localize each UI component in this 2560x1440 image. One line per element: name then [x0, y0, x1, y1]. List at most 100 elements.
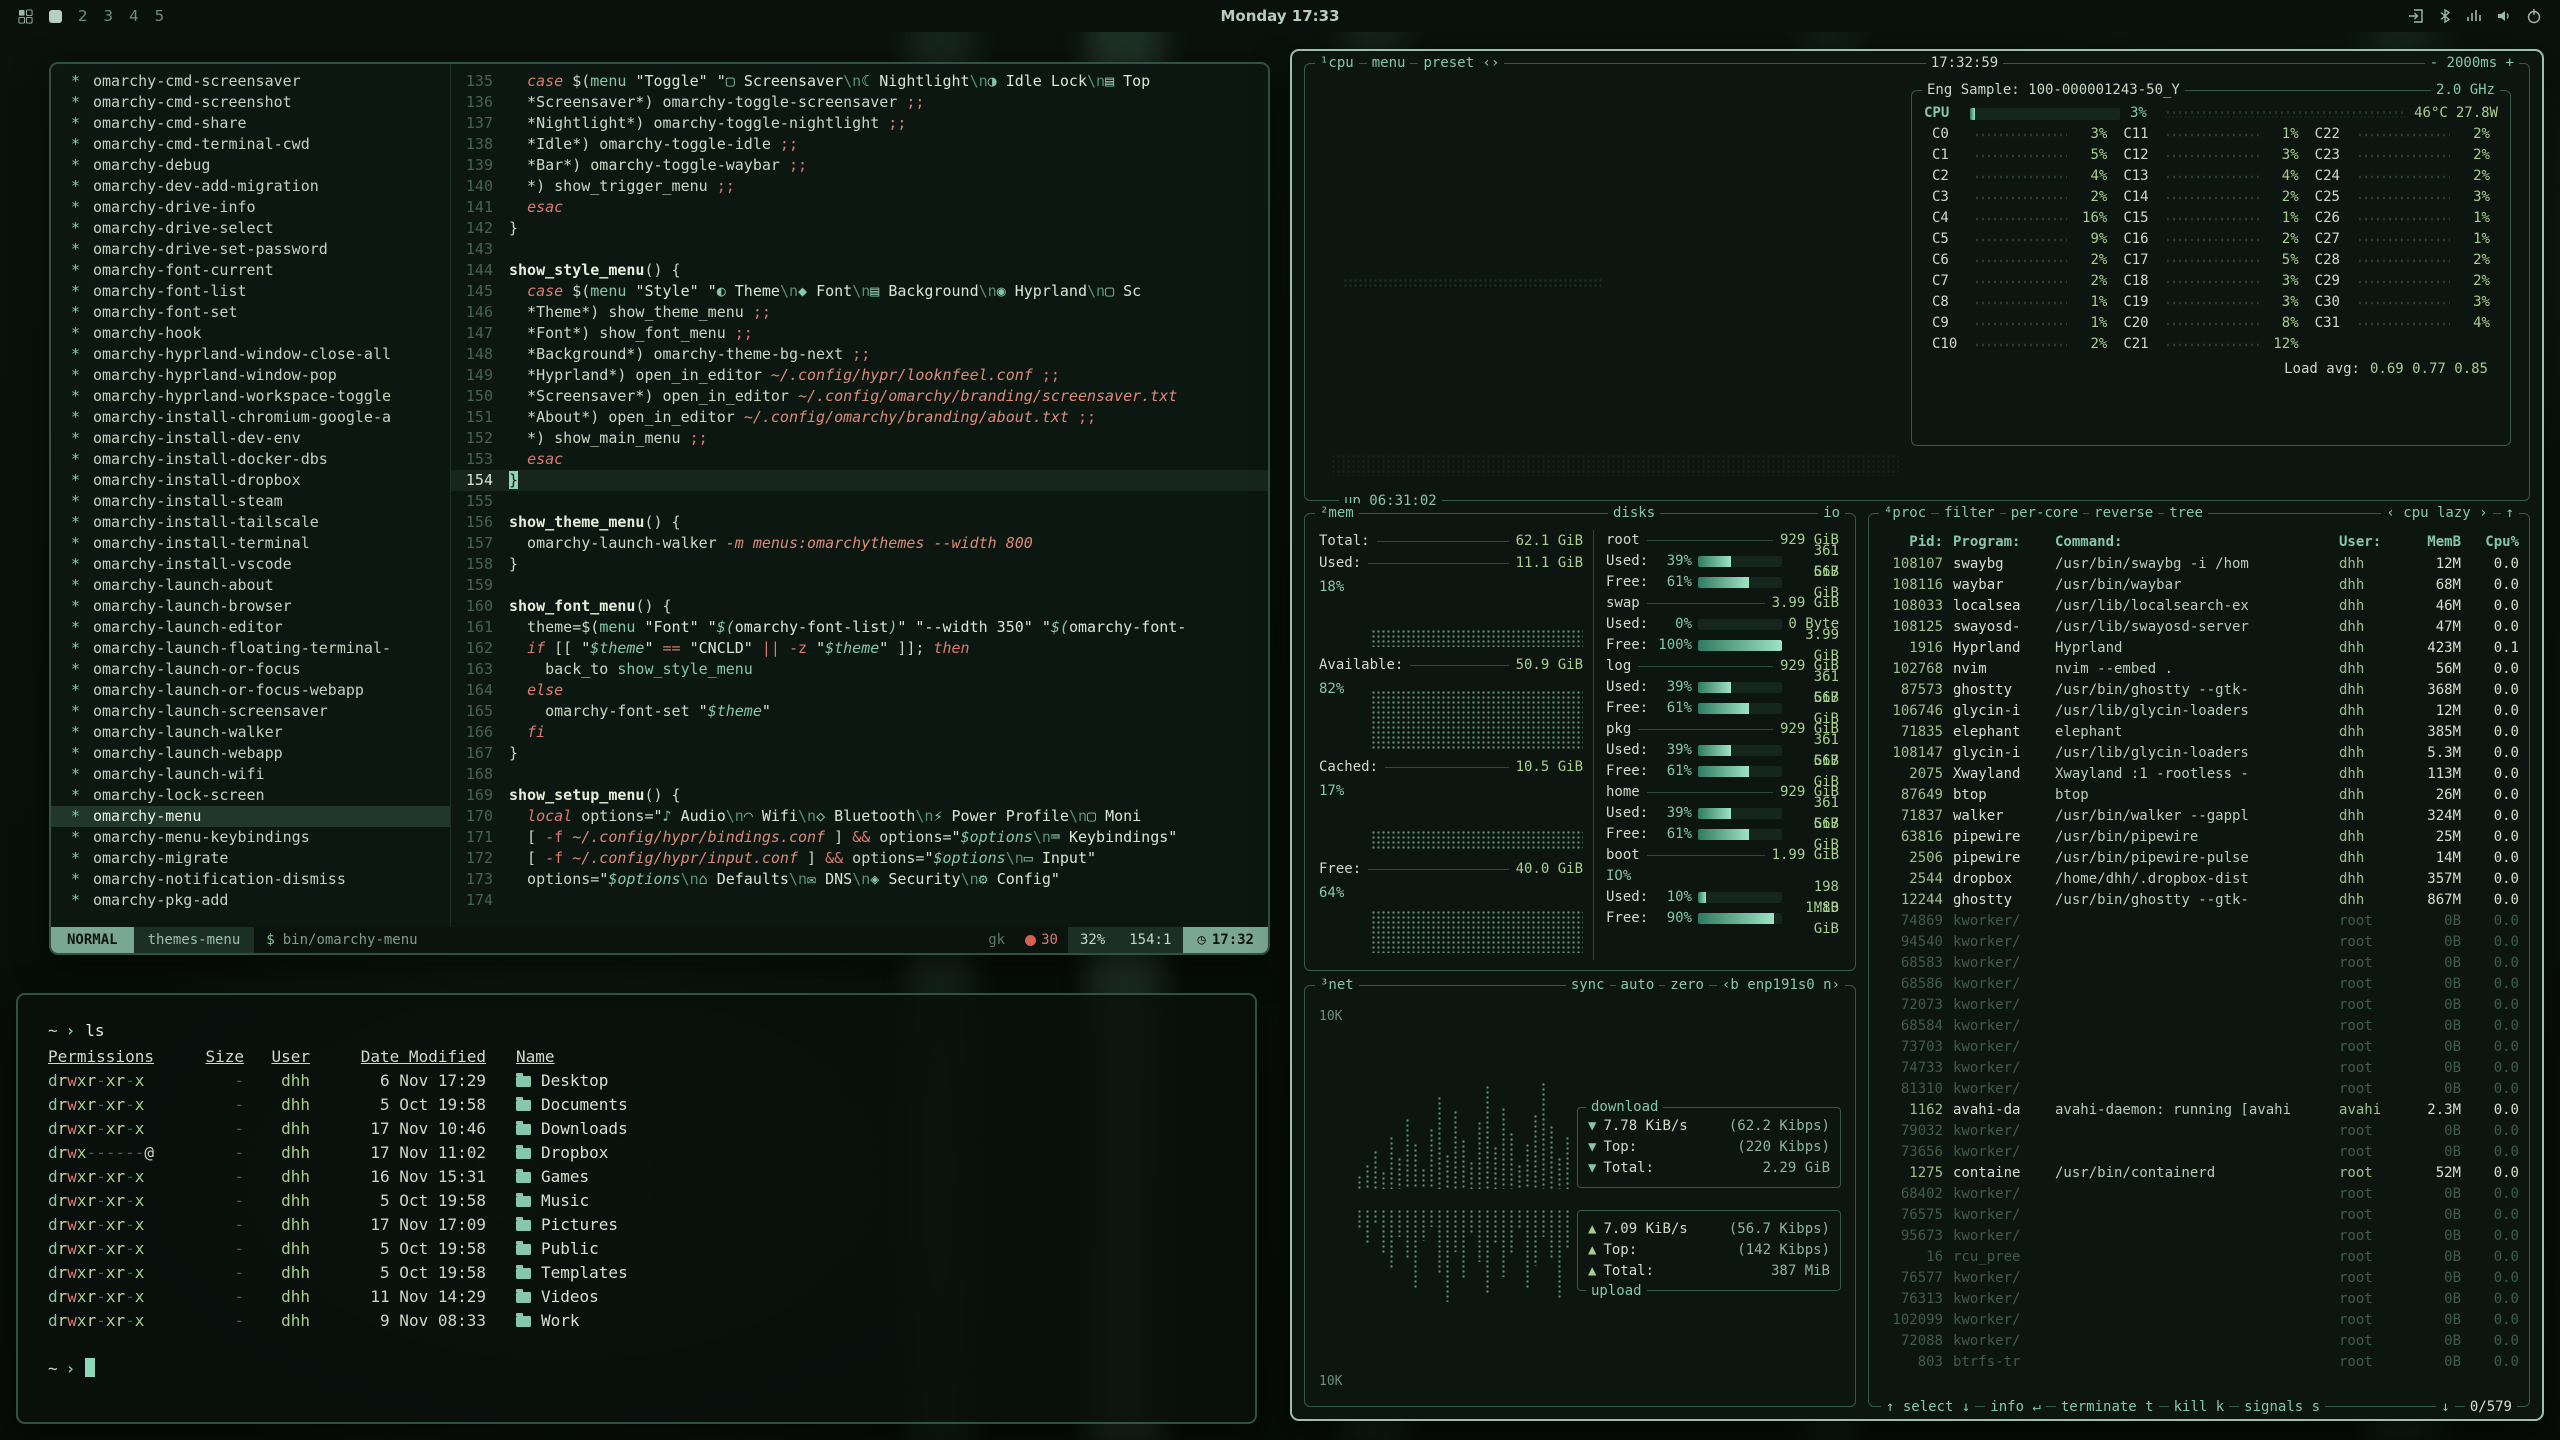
process-row[interactable]: 74733kworker/root0B0.0 — [1879, 1058, 2519, 1079]
file-tree-item[interactable]: *omarchy-cmd-share — [51, 113, 450, 134]
process-row[interactable]: 95673kworker/root0B0.0 — [1879, 1226, 2519, 1247]
process-row[interactable]: 68583kworker/root0B0.0 — [1879, 953, 2519, 974]
file-tree-item[interactable]: *omarchy-hook — [51, 323, 450, 344]
process-row[interactable]: 72088kworker/root0B0.0 — [1879, 1331, 2519, 1352]
file-tree-item[interactable]: *omarchy-menu — [51, 806, 450, 827]
process-row[interactable]: 12244ghostty/usr/bin/ghostty --gtk-dhh86… — [1879, 890, 2519, 911]
file-tree-item[interactable]: *omarchy-launch-wifi — [51, 764, 450, 785]
file-tree-item[interactable]: *omarchy-launch-screensaver — [51, 701, 450, 722]
toggle-filter[interactable]: filter — [1939, 503, 2000, 523]
process-row[interactable]: 81310kworker/root0B0.0 — [1879, 1079, 2519, 1100]
network-usage-icon[interactable] — [2466, 8, 2482, 24]
code-line[interactable]: 163 back_to show_style_menu — [451, 659, 1268, 680]
disks-panel-title[interactable]: disks — [1608, 503, 1660, 523]
code-line[interactable]: 139 *Bar*) omarchy-toggle-waybar ;; — [451, 155, 1268, 176]
toggle-tree[interactable]: tree — [2164, 503, 2208, 523]
toggle-reverse[interactable]: reverse — [2089, 503, 2158, 523]
code-line[interactable]: 152 *) show_main_menu ;; — [451, 428, 1268, 449]
proc-panel-title[interactable]: ⁴proc — [1879, 503, 1931, 523]
process-row[interactable]: 1916HyprlandHyprlanddhh423M0.1 — [1879, 638, 2519, 659]
process-row[interactable]: 73703kworker/root0B0.0 — [1879, 1037, 2519, 1058]
refresh-interval-control[interactable]: - 2000ms + — [2425, 53, 2519, 73]
code-line[interactable]: 160show_font_menu() { — [451, 596, 1268, 617]
file-tree-item[interactable]: *omarchy-pkg-add — [51, 890, 450, 911]
file-tree-item[interactable]: *omarchy-drive-select — [51, 218, 450, 239]
process-row[interactable]: 87573ghostty/usr/bin/ghostty --gtk-dhh36… — [1879, 680, 2519, 701]
file-tree-item[interactable]: *omarchy-cmd-screensaver — [51, 71, 450, 92]
code-line[interactable]: 153 esac — [451, 449, 1268, 470]
process-row[interactable]: 74869kworker/root0B0.0 — [1879, 911, 2519, 932]
file-tree-item[interactable]: *omarchy-notification-dismiss — [51, 869, 450, 890]
process-row[interactable]: 108107swaybg/usr/bin/swaybg -i /homdhh12… — [1879, 554, 2519, 575]
process-row[interactable]: 76577kworker/root0B0.0 — [1879, 1268, 2519, 1289]
file-tree-item[interactable]: *omarchy-debug — [51, 155, 450, 176]
io-toggle[interactable]: io — [1818, 503, 1845, 523]
process-row[interactable]: 102099kworker/root0B0.0 — [1879, 1310, 2519, 1331]
code-line[interactable]: 168 — [451, 764, 1268, 785]
process-row[interactable]: 94540kworker/root0B0.0 — [1879, 932, 2519, 953]
code-line[interactable]: 147 *Font*) show_font_menu ;; — [451, 323, 1268, 344]
process-row[interactable]: 79032kworker/root0B0.0 — [1879, 1121, 2519, 1142]
file-tree-item[interactable]: *omarchy-install-steam — [51, 491, 450, 512]
file-tree-item[interactable]: *omarchy-drive-info — [51, 197, 450, 218]
code-line[interactable]: 137 *Nightlight*) omarchy-toggle-nightli… — [451, 113, 1268, 134]
file-tree-item[interactable]: *omarchy-launch-about — [51, 575, 450, 596]
code-line[interactable]: 145 case $(menu "Style" "◐ Theme\n◆ Font… — [451, 281, 1268, 302]
file-tree-item[interactable]: *omarchy-hyprland-window-close-all — [51, 344, 450, 365]
code-line[interactable]: 162 if [[ "$theme" == "CNCLD" || -z "$th… — [451, 638, 1268, 659]
process-row[interactable]: 1162avahi-daavahi-daemon: running [avahi… — [1879, 1100, 2519, 1121]
net-interface[interactable]: ‹b enp191s0 n› — [1717, 975, 1845, 995]
process-row[interactable]: 108147glycin-i/usr/lib/glycin-loadersdhh… — [1879, 743, 2519, 764]
code-line[interactable]: 140 *) show_trigger_menu ;; — [451, 176, 1268, 197]
file-tree-item[interactable]: *omarchy-install-tailscale — [51, 512, 450, 533]
process-row[interactable]: 803btrfs-trroot0B0.0 — [1879, 1352, 2519, 1373]
btop-preset-button[interactable]: preset ‹› — [1418, 53, 1504, 73]
proc-footer-item[interactable]: info ↵ — [1985, 1397, 2046, 1417]
code-line[interactable]: 154} — [451, 470, 1268, 491]
cpu-panel-title[interactable]: ¹cpu — [1315, 53, 1359, 73]
process-row[interactable]: 72073kworker/root0B0.0 — [1879, 995, 2519, 1016]
proc-sort-mode[interactable]: ‹ cpu lazy › — [2381, 503, 2492, 523]
proc-footer-item[interactable]: ↑ select ↓ — [1881, 1397, 1975, 1417]
code-line[interactable]: 166 fi — [451, 722, 1268, 743]
file-tree-item[interactable]: *omarchy-launch-walker — [51, 722, 450, 743]
process-row[interactable]: 108125swayosd-/usr/lib/swayosd-serverdhh… — [1879, 617, 2519, 638]
terminal-window[interactable]: ~›ls PermissionsSizeUserDate ModifiedNam… — [16, 993, 1257, 1424]
volume-icon[interactable] — [2496, 8, 2512, 24]
file-tree-item[interactable]: *omarchy-menu-keybindings — [51, 827, 450, 848]
code-line[interactable]: 158} — [451, 554, 1268, 575]
file-tree-item[interactable]: *omarchy-install-dropbox — [51, 470, 450, 491]
file-tree-item[interactable]: *omarchy-dev-add-migration — [51, 176, 450, 197]
proc-footer-item[interactable]: terminate t — [2056, 1397, 2159, 1417]
proc-footer-item[interactable]: kill k — [2169, 1397, 2230, 1417]
code-line[interactable]: 151 *About*) open_in_editor ~/.config/om… — [451, 407, 1268, 428]
code-line[interactable]: 161 theme=$(menu "Font" "$(omarchy-font-… — [451, 617, 1268, 638]
process-row[interactable]: 87649btopbtopdhh26M0.0 — [1879, 785, 2519, 806]
file-tree-item[interactable]: *omarchy-drive-set-password — [51, 239, 450, 260]
file-tree-item[interactable]: *omarchy-install-vscode — [51, 554, 450, 575]
code-line[interactable]: 157 omarchy-launch-walker -m menus:omarc… — [451, 533, 1268, 554]
proc-scroll-down[interactable]: ↓ — [2436, 1397, 2454, 1417]
bluetooth-icon[interactable] — [2438, 8, 2452, 24]
file-tree-item[interactable]: *omarchy-font-list — [51, 281, 450, 302]
file-tree-item[interactable]: *omarchy-install-terminal — [51, 533, 450, 554]
code-line[interactable]: 149 *Hyprland*) open_in_editor ~/.config… — [451, 365, 1268, 386]
file-tree-item[interactable]: *omarchy-font-current — [51, 260, 450, 281]
toggle-per-core[interactable]: per-core — [2006, 503, 2083, 523]
code-line[interactable]: 150 *Screensaver*) open_in_editor ~/.con… — [451, 386, 1268, 407]
code-line[interactable]: 173 options="$options\n⌂ Defaults\n✉ DNS… — [451, 869, 1268, 890]
process-row[interactable]: 1275containe/usr/bin/containerdroot52M0.… — [1879, 1163, 2519, 1184]
process-row[interactable]: 16rcu_preeroot0B0.0 — [1879, 1247, 2519, 1268]
process-row[interactable]: 76575kworker/root0B0.0 — [1879, 1205, 2519, 1226]
file-tree-item[interactable]: *omarchy-hyprland-window-pop — [51, 365, 450, 386]
file-tree-item[interactable]: *omarchy-migrate — [51, 848, 450, 869]
code-line[interactable]: 146 *Theme*) show_theme_menu ;; — [451, 302, 1268, 323]
process-row[interactable]: 68586kworker/root0B0.0 — [1879, 974, 2519, 995]
file-tree-item[interactable]: *omarchy-hyprland-workspace-toggle — [51, 386, 450, 407]
code-line[interactable]: 141 esac — [451, 197, 1268, 218]
code-line[interactable]: 138 *Idle*) omarchy-toggle-idle ;; — [451, 134, 1268, 155]
file-tree-item[interactable]: *omarchy-launch-or-focus — [51, 659, 450, 680]
file-tree-item[interactable]: *omarchy-launch-webapp — [51, 743, 450, 764]
power-icon[interactable] — [2526, 8, 2542, 24]
file-tree-item[interactable]: *omarchy-launch-browser — [51, 596, 450, 617]
